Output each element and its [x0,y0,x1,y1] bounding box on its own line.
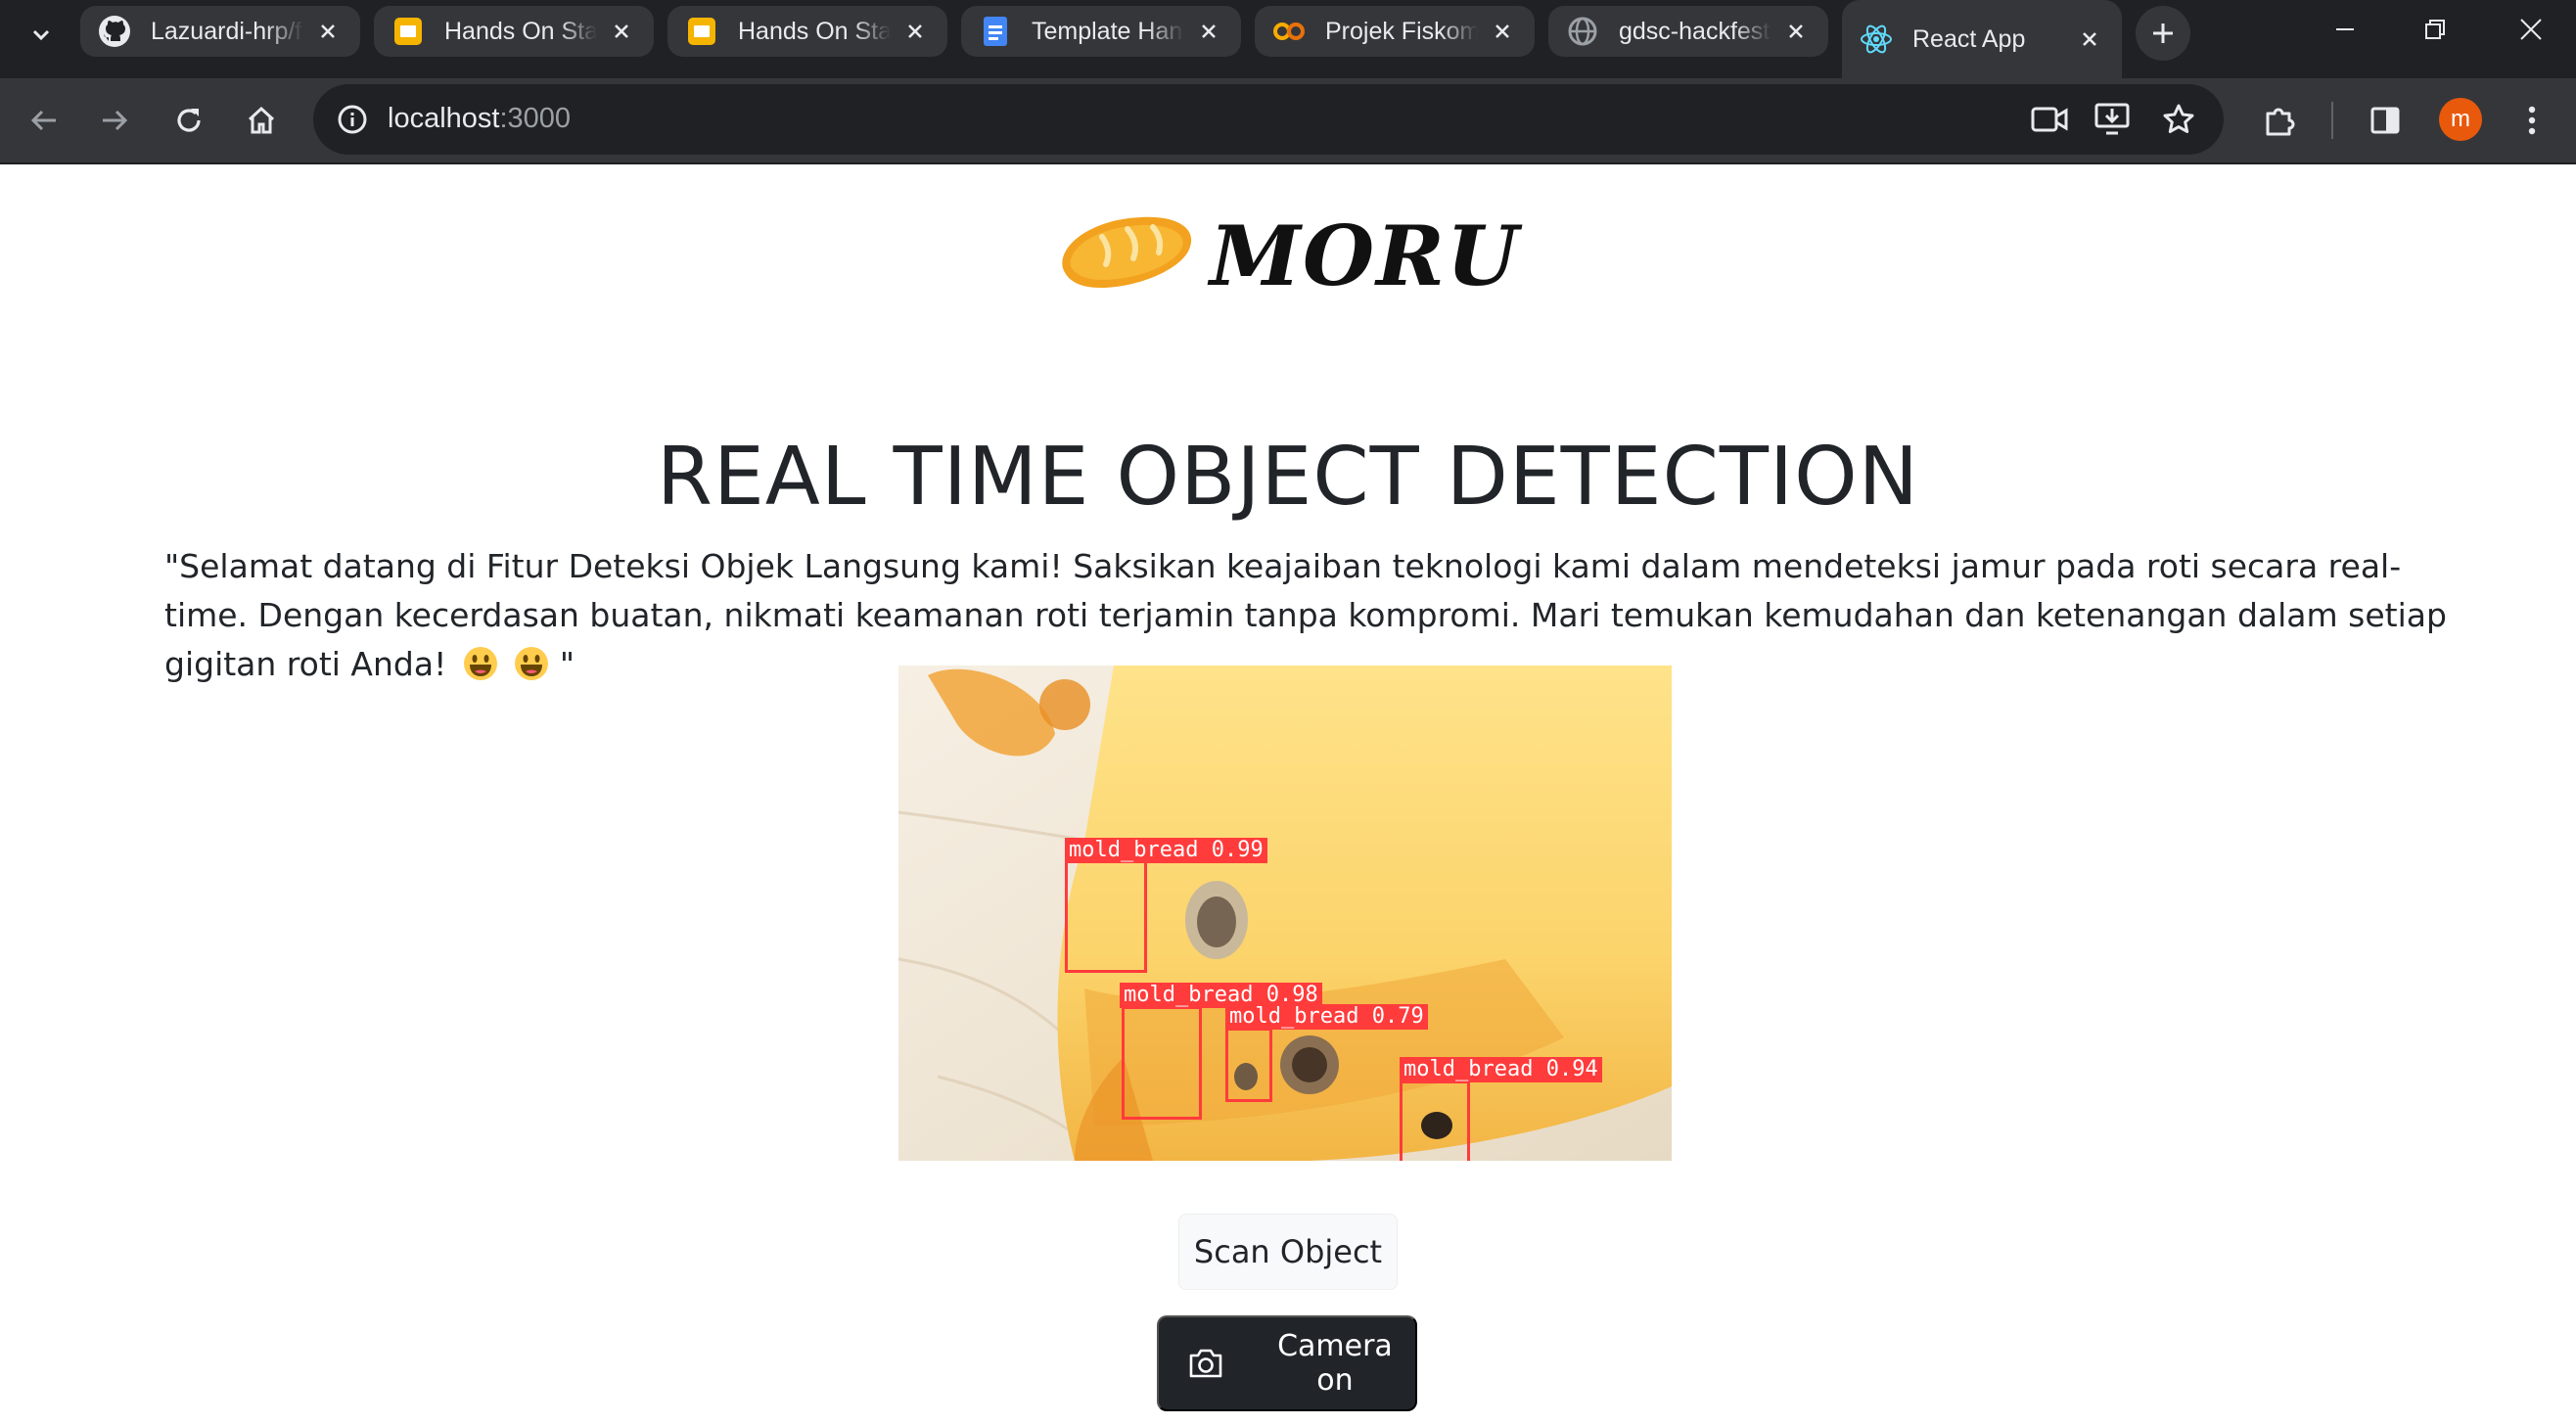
camera-on-button[interactable]: Camera on [1157,1315,1417,1411]
docs-icon [979,15,1012,48]
bread-photo [898,666,1672,1161]
plus-icon [2153,23,2173,43]
side-panel-button[interactable] [2357,92,2414,149]
description-text: "Selamat datang di Fitur Deteksi Objek L… [164,547,2447,683]
react-icon [1860,23,1893,56]
chevron-down-icon [32,29,50,41]
close-icon[interactable] [1781,17,1811,46]
arrow-right-icon [103,110,128,131]
tab-title: Hands On Stage [444,17,597,45]
close-icon [2520,19,2542,40]
close-icon[interactable] [313,17,343,46]
github-icon [98,15,131,48]
reload-icon [177,109,201,132]
browser-chrome: Lazuardi-hrp/f Hands On Stage Hands On S… [0,0,2576,162]
forward-button[interactable] [86,92,143,149]
window-close-button[interactable] [2486,0,2576,59]
new-tab-button[interactable] [2136,6,2190,61]
detection-box [1122,1006,1202,1120]
tab-title: gdsc-hackfest [1619,17,1771,45]
description-end-quote: " [559,645,575,683]
close-icon[interactable] [900,17,930,46]
arrow-left-icon [30,110,56,131]
tab-slides-1[interactable]: Hands On Stage [374,6,654,57]
grinning-face-icon [515,647,549,680]
logo-text: MORU [1210,207,1521,304]
reload-button[interactable] [161,92,217,149]
url-host: localhost [388,103,500,134]
tab-title: Hands On Stage [738,17,891,45]
url-port: :3000 [499,103,572,134]
browser-toolbar: localhost:3000 m [0,78,2576,162]
restore-icon [2425,20,2445,39]
puzzle-icon [2266,108,2295,136]
grinning-face-icon [463,647,497,680]
restore-button[interactable] [2390,0,2480,59]
minimize-icon [2336,28,2354,30]
tab-github[interactable]: Lazuardi-hrp/f [80,6,360,57]
more-vertical-icon [2528,106,2536,135]
bread-icon [1062,216,1192,288]
page-title-text: REAL TIME OBJECT DETECTION [657,431,1919,524]
page-content: MORU REAL TIME OBJECT DETECTION "Selamat… [0,164,2576,1425]
tab-slides-2[interactable]: Hands On Stage [667,6,947,57]
url-text[interactable]: localhost:3000 [388,103,571,135]
close-icon[interactable] [2075,24,2104,54]
tab-gdsc[interactable]: gdsc-hackfest [1548,6,1828,57]
tab-title: Lazuardi-hrp/f [151,17,302,45]
tab-strip: Lazuardi-hrp/f Hands On Stage Hands On S… [0,0,2576,78]
close-icon[interactable] [607,17,636,46]
detection-image: mold_bread 0.99 mold_bread 0.98 mold_bre… [898,666,1672,1161]
colab-icon [1272,15,1306,48]
tab-title: React App [1912,24,2026,53]
install-app-icon[interactable] [2087,94,2138,145]
home-icon [248,106,275,134]
toolbar-divider [2331,102,2333,139]
camera-on-label: Camera on [1277,1329,1393,1398]
close-icon[interactable] [1488,17,1517,46]
page-title: REAL TIME OBJECT DETECTION [0,431,2576,524]
address-bar[interactable]: localhost:3000 [313,84,2224,155]
profile-avatar[interactable]: m [2439,98,2482,141]
tab-search-button[interactable] [14,8,69,63]
browser-menu-button[interactable] [2504,92,2560,149]
slides-icon [391,15,425,48]
back-button[interactable] [16,92,72,149]
close-icon[interactable] [1194,17,1223,46]
tab-title: Projek Fiskom [1325,17,1478,45]
bookmark-star-icon[interactable] [2153,94,2204,145]
detection-box [1400,1080,1470,1161]
scan-object-button[interactable]: Scan Object [1178,1214,1398,1290]
detection-label: mold_bread 0.94 [1400,1057,1602,1082]
detection-label: mold_bread 0.99 [1065,838,1267,863]
site-info-icon[interactable] [329,96,376,143]
tab-docs[interactable]: Template Hands [961,6,1241,57]
minimize-button[interactable] [2300,0,2390,59]
home-button[interactable] [233,92,290,149]
tab-react-app[interactable]: React App [1842,0,2122,78]
detection-label: mold_bread 0.79 [1225,1004,1428,1030]
slides-icon [685,15,718,48]
side-panel-icon [2370,107,2400,134]
app-logo[interactable]: MORU [1051,194,1518,304]
tab-colab[interactable]: Projek Fiskom [1255,6,1535,57]
globe-icon [1566,15,1599,48]
detection-box [1225,1028,1272,1102]
camera-icon [1186,1344,1225,1383]
extensions-button[interactable] [2251,92,2308,149]
camera-in-use-icon[interactable] [2024,94,2075,145]
tab-title: Template Hands [1032,17,1184,45]
